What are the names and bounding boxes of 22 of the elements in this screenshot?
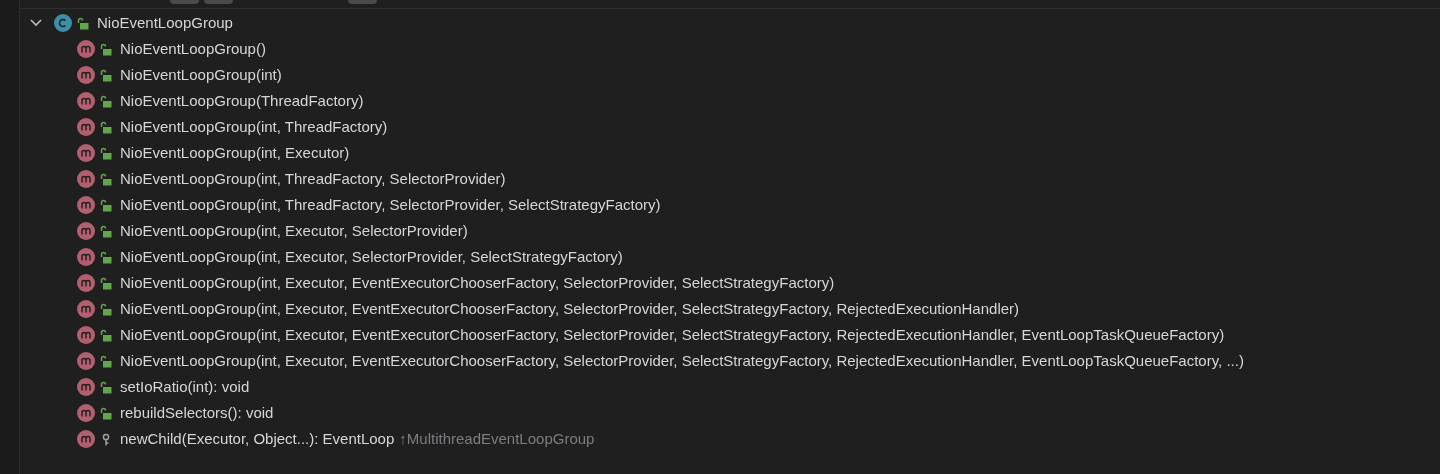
tree-item-label[interactable]: setIoRatio(int): void (120, 375, 250, 399)
tree-item-label[interactable]: NioEventLoopGroup(int, Executor, EventExecutorChooserFactory, SelectorProvider, SelectStrategyFactory, RejectedExecutionHandler, EventLoopTaskQueueFactory) (120, 323, 1225, 347)
tree-item-label[interactable]: NioEventLoopGroup(ThreadFactory) (120, 89, 364, 113)
inherited-from-label: ↑MultithreadEventLoopGroup (399, 428, 595, 449)
tree-item-label[interactable]: rebuildSelectors(): void (120, 401, 274, 425)
tree-item-label[interactable]: NioEventLoopGroup(int, Executor, SelectorProvider, SelectStrategyFactory) (120, 245, 623, 269)
tree-item-label[interactable]: NioEventLoopGroup(int, Executor, EventExecutorChooserFactory, SelectorProvider, SelectStrategyFactory) (120, 271, 835, 295)
tree-item-label[interactable]: NioEventLoopGroup(int) (120, 63, 282, 87)
chevron-icon[interactable] (30, 19, 42, 27)
tree-item-label[interactable]: NioEventLoopGroup(int, ThreadFactory) (120, 115, 388, 139)
tree-item-label[interactable]: NioEventLoopGroup(int, Executor) (120, 141, 350, 165)
tree-item-label[interactable]: NioEventLoopGroup(int, Executor, SelectorProvider) (120, 219, 468, 243)
tree-item-label[interactable]: NioEventLoopGroup(int, ThreadFactory, SelectorProvider, SelectStrategyFactory) (120, 193, 661, 217)
toolbar-button[interactable] (170, 0, 199, 4)
toolbar-button[interactable] (204, 0, 233, 4)
tree-item-label[interactable]: newChild(Executor, Object...): EventLoop (120, 427, 395, 451)
tree-item-label[interactable]: NioEventLoopGroup(int, ThreadFactory, SelectorProvider) (120, 167, 506, 191)
tree-item-label[interactable]: NioEventLoopGroup(int, Executor, EventExecutorChooserFactory, SelectorProvider, SelectStrategyFactory, RejectedExecutionHandler) (120, 297, 1020, 321)
tree-item-label[interactable]: NioEventLoopGroup(int, Executor, EventExecutorChooserFactory, SelectorProvider, SelectStrategyFactory, RejectedExecutionHandler, EventLoopTaskQueueFactory, ...) (120, 349, 1244, 373)
tree-item-label[interactable]: NioEventLoopGroup() (120, 37, 266, 61)
toolbar-button[interactable] (348, 0, 377, 4)
tree-item-label[interactable]: NioEventLoopGroup (97, 11, 233, 35)
